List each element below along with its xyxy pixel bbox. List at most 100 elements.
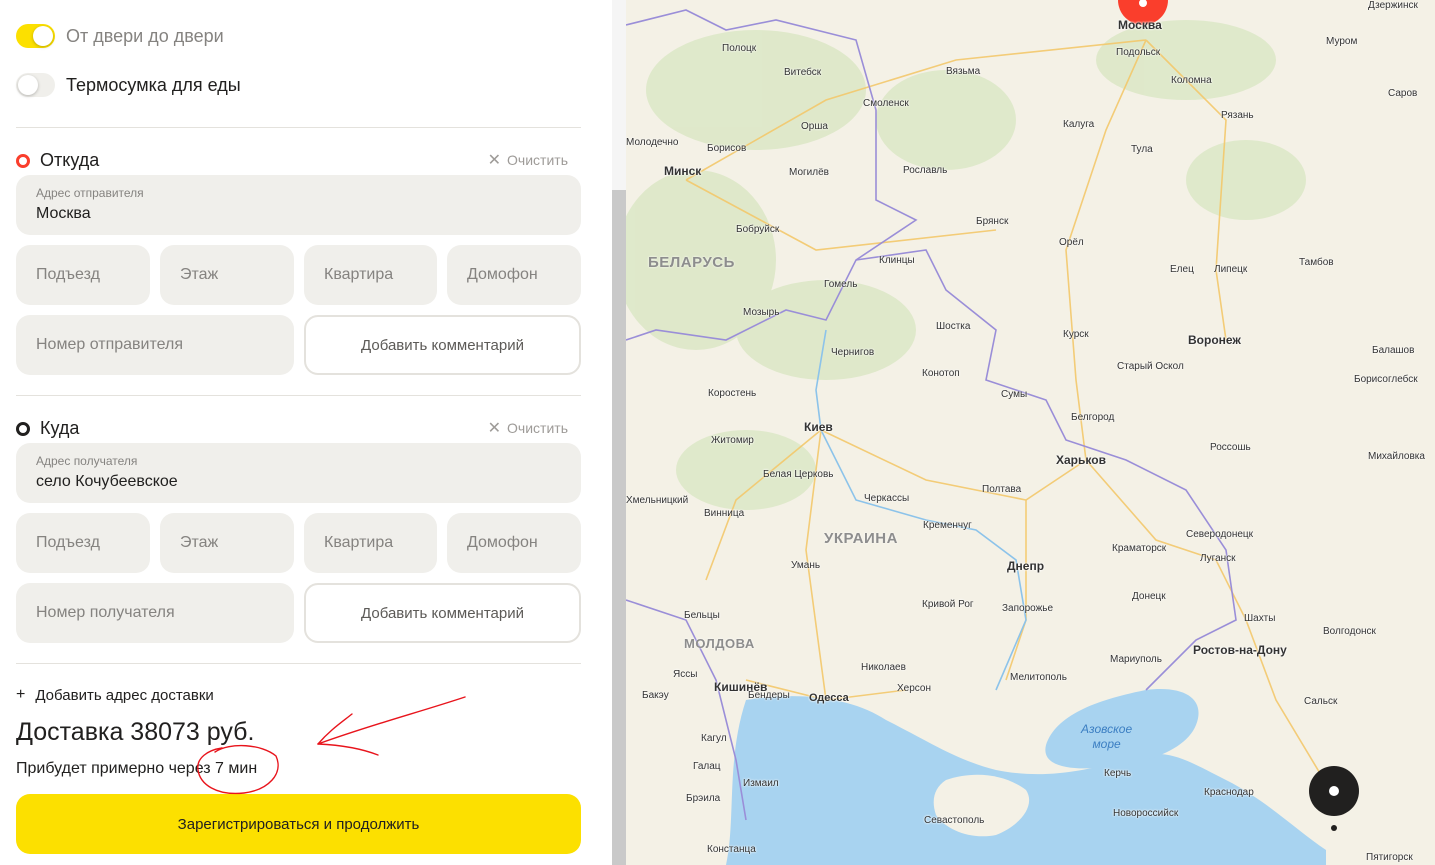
arrival-estimate: Прибудет примерно через 7 мин [16,760,258,777]
from-clear-button[interactable]: ✕ Очистить [488,150,568,170]
plus-icon: + [16,686,26,703]
from-intercom-input[interactable]: Домофон [447,245,581,305]
city-label: Ростов-на-Дону [1193,643,1287,657]
city-label: Винница [704,508,745,519]
country-label: БЕЛАРУСЬ [648,254,735,271]
to-clear-button[interactable]: ✕ Очистить [488,418,568,438]
recipient-phone-input[interactable]: Номер получателя [16,583,294,643]
city-label: Россошь [1210,442,1251,453]
city-label: Черкассы [864,493,910,504]
to-marker-icon [16,421,30,436]
city-label: Луганск [1200,553,1236,564]
city-label: Кагул [701,733,727,744]
to-section-title: Куда [16,418,79,439]
city-label: Кривой Рог [922,599,974,610]
thermo-bag-option[interactable]: Термосумка для еды [16,73,241,97]
city-label: Тамбов [1299,257,1334,268]
city-label: Брэила [686,793,721,804]
city-label: Балашов [1372,345,1415,356]
city-label: Вязьма [946,66,981,77]
recipient-address-field[interactable]: Адрес получателя село Кочубеевское [16,443,581,503]
sender-phone-input[interactable]: Номер отправителя [16,315,294,375]
from-marker-icon [16,153,30,168]
to-intercom-input[interactable]: Домофон [447,513,581,573]
divider [16,395,581,396]
city-label: Днепр [1007,559,1045,573]
city-label: Михайловка [1368,451,1425,462]
city-label: Курск [1063,329,1089,340]
city-label: Гомель [824,279,858,290]
city-label: Волгодонск [1323,626,1376,637]
thermo-bag-label: Термосумка для еды [66,74,241,95]
divider [16,663,581,664]
from-floor-input[interactable]: Этаж [160,245,294,305]
city-label: Борисоглебск [1354,374,1418,385]
delivery-price: Доставка 38073 руб. [16,718,255,746]
city-label: Сальск [1304,696,1338,707]
from-clear-label: Очистить [507,152,568,168]
to-apartment-input[interactable]: Квартира [304,513,437,573]
city-label: Бакэу [642,690,669,701]
city-label: Одесса [809,692,849,704]
city-label: Бельцы [684,610,720,621]
to-clear-label: Очистить [507,420,568,436]
add-delivery-address-button[interactable]: + Добавить адрес доставки [16,686,214,704]
city-label: Краснодар [1204,787,1254,798]
close-icon: ✕ [487,420,502,437]
door-to-door-toggle[interactable] [16,24,55,48]
city-label: Констанца [707,844,756,855]
from-section-title: Откуда [16,150,99,171]
to-entrance-input[interactable]: Подъезд [16,513,150,573]
city-label: Конотоп [922,368,960,379]
city-label: Дзержинск [1368,0,1418,11]
city-label: Николаев [861,662,906,673]
from-apartment-input[interactable]: Квартира [304,245,437,305]
from-entrance-input[interactable]: Подъезд [16,245,150,305]
toggle-knob [33,26,53,46]
to-add-comment-button[interactable]: Добавить комментарий [304,583,581,643]
register-and-continue-button[interactable]: Зарегистрироваться и продолжить [16,794,581,854]
city-label: Рославль [903,165,948,176]
city-label: Орёл [1059,237,1084,248]
thermo-bag-toggle[interactable] [16,73,55,97]
map-view[interactable]: БЕЛАРУСЬ УКРАИНА МОЛДОВА Азовское море М… [626,0,1435,865]
sender-address-field[interactable]: Адрес отправителя Москва [16,175,581,235]
recipient-address-label: Адрес получателя [36,454,138,468]
city-label: Елец [1170,264,1194,275]
city-label: Северодонецк [1186,529,1254,540]
city-label: Киев [804,420,833,434]
city-label: Минск [664,164,702,178]
city-label: Могилёв [789,167,829,178]
city-label: Смоленск [863,98,909,109]
city-label: Полоцк [722,43,757,54]
close-icon: ✕ [487,152,502,169]
city-label: Орша [801,121,828,132]
city-label: Тула [1131,144,1153,155]
divider [16,127,581,128]
city-label: Коростень [708,388,757,399]
city-label: Мозырь [743,307,780,318]
from-add-comment-button[interactable]: Добавить комментарий [304,315,581,375]
to-title: Куда [40,418,80,438]
city-label: Ясcы [673,669,698,680]
locate-me-button[interactable] [1309,766,1359,816]
city-label: Воронеж [1188,333,1241,347]
sea-label: Азовское море [1081,722,1133,751]
scrollbar-thumb[interactable] [612,190,626,865]
city-label: Клинцы [879,255,915,266]
city-label: Керчь [1104,768,1132,779]
to-floor-input[interactable]: Этаж [160,513,294,573]
city-label: Чернигов [831,347,875,358]
city-label: Житомир [711,435,754,446]
city-label: Белгород [1071,412,1115,423]
city-label: Витебск [784,67,822,78]
city-label: Старый Оскол [1117,361,1184,372]
country-label: МОЛДОВА [684,636,755,651]
city-label: Белая Церковь [763,469,834,480]
location-marker-icon [1331,825,1337,831]
city-label: Бендеры [748,690,790,701]
city-label: Херсон [897,683,931,694]
city-label: Брянск [976,216,1009,227]
recipient-address-value: село Кочубеевское [36,473,178,490]
door-to-door-option[interactable]: От двери до двери [16,24,224,48]
